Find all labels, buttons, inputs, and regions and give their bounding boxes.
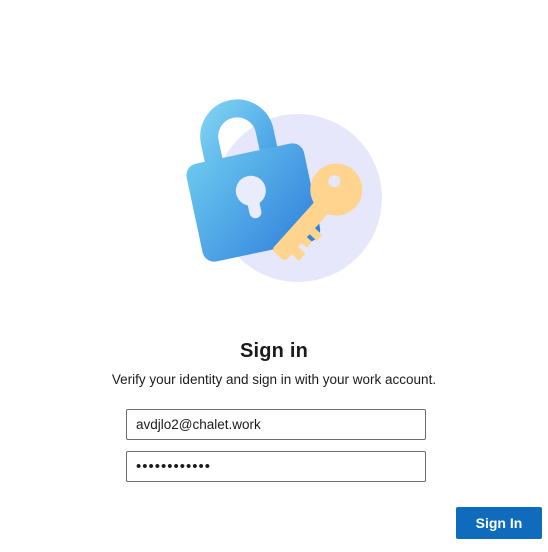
email-field[interactable] [126,409,426,440]
password-field[interactable] [126,451,426,482]
page-subtitle: Verify your identity and sign in with yo… [111,372,437,387]
page-title: Sign in [239,340,309,362]
sign-in-page: Sign in Verify your identity and sign in… [0,0,548,552]
lock-key-icon [170,86,390,296]
sign-in-button[interactable]: Sign In [456,507,542,539]
lock-key-illustration [186,99,382,282]
